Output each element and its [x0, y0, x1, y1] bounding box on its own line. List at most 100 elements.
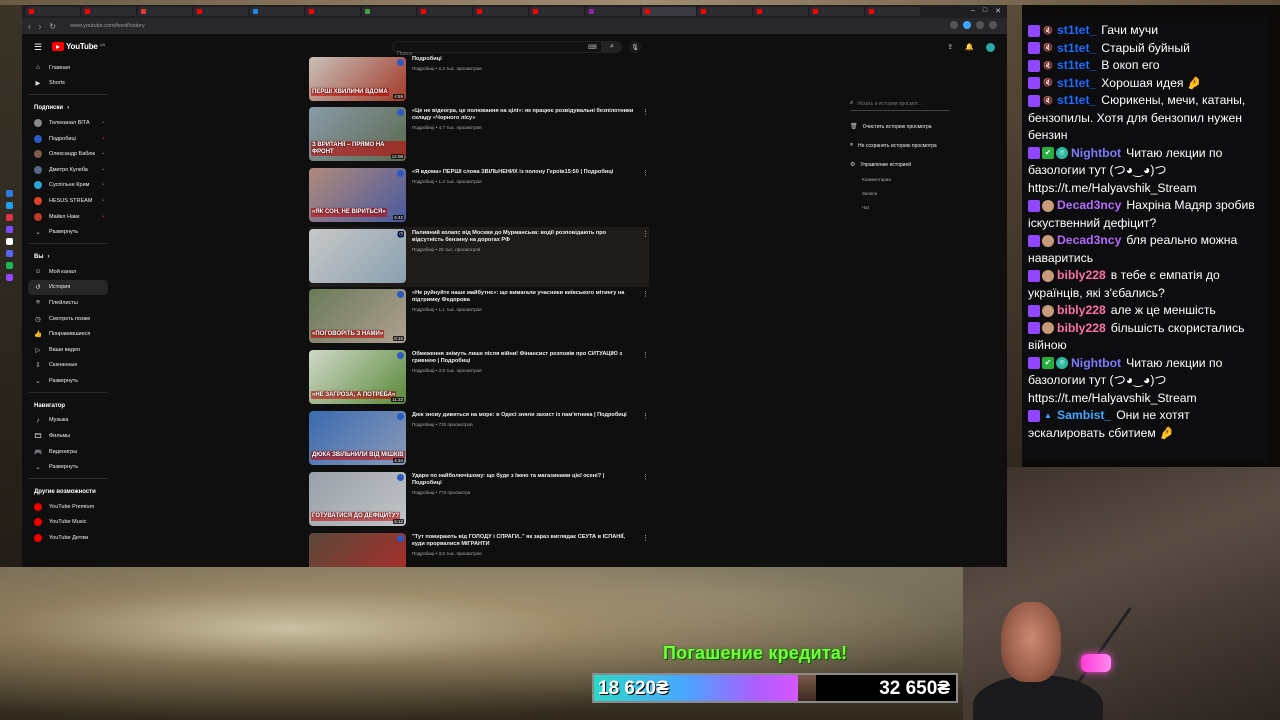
- history-video-row[interactable]: З ВРИТАНІЇ – ПРЯМО НА ФРОНТ 12:08 «Це не в…: [309, 105, 649, 166]
- browser-tab[interactable]: [250, 7, 304, 16]
- extension-icon[interactable]: [963, 21, 971, 29]
- sidebar-item[interactable]: ♪ Музыка: [28, 413, 108, 429]
- reload-icon[interactable]: ↻: [49, 22, 56, 31]
- app-icon[interactable]: [6, 238, 13, 245]
- sidebar-item[interactable]: 🎞 Фильмы: [28, 428, 108, 444]
- sidebar-item[interactable]: Дмитро Кулеба •: [28, 162, 108, 178]
- chat-username[interactable]: Decad3ncy: [1057, 198, 1121, 212]
- browser-tab[interactable]: [138, 7, 192, 16]
- history-video-row[interactable]: ПЕРШІ ХВИЛИНИ ВДОМА 4:59 Подробиці Подробиц…: [309, 56, 649, 105]
- sidebar-item[interactable]: ≡ Плейлисты: [28, 295, 108, 311]
- app-icon[interactable]: [6, 250, 13, 257]
- browser-tab[interactable]: [474, 7, 528, 16]
- more-options-icon[interactable]: ⋮: [642, 534, 649, 542]
- video-thumbnail[interactable]: ГОТУВАТИСЯ ДО ДЕФІЦИТУ? 6:12: [309, 471, 406, 526]
- upload-icon[interactable]: ⇪: [947, 43, 953, 52]
- history-chat-link[interactable]: Чат: [862, 205, 1000, 210]
- video-thumbnail[interactable]: «ЯК СОН, НЕ ВІРИТЬСЯ» 6:42: [309, 167, 406, 222]
- app-icon[interactable]: [6, 226, 13, 233]
- subscriptions-heading[interactable]: Подписки ›: [28, 101, 112, 115]
- chat-username[interactable]: bibly228: [1057, 321, 1106, 335]
- app-icon[interactable]: [6, 202, 13, 209]
- history-video-row[interactable]: ДЮКА ЗВІЛЬНИЛИ ВІД МІШКІВ 4:34 Дюк знову д…: [309, 409, 649, 470]
- extension-icon[interactable]: [989, 21, 997, 29]
- more-heading[interactable]: Другие возможности: [28, 485, 112, 499]
- browser-tab[interactable]: [698, 7, 752, 16]
- chat-username[interactable]: Sambist_: [1057, 408, 1111, 422]
- browser-tab[interactable]: [642, 7, 696, 16]
- browser-tab[interactable]: [866, 7, 920, 16]
- pause-history-button[interactable]: ⏸ Не сохранять историю просмотра: [850, 142, 1000, 149]
- history-video-row[interactable]: СЕУТА "Тут помирають від ГОЛОДУ і СПРАГИ.…: [309, 531, 649, 567]
- more-options-icon[interactable]: ⋮: [642, 108, 649, 116]
- video-title[interactable]: «Це не відеогра, це полювання на цілі»: …: [412, 108, 634, 122]
- browser-tab[interactable]: [362, 7, 416, 16]
- history-video-row[interactable]: «НЕ ЗАГРОЗА, А ПОТРЕБА» 11:33 Обмеження зн…: [309, 348, 649, 409]
- sidebar-item[interactable]: Суспільне Крим •: [28, 178, 108, 194]
- browser-tab[interactable]: [530, 7, 584, 16]
- app-icon[interactable]: [6, 190, 13, 197]
- chat-username[interactable]: Decad3ncy: [1057, 233, 1121, 247]
- sidebar-item[interactable]: ⌄ Развернуть: [28, 459, 108, 475]
- sidebar-item[interactable]: Майкл Наки •: [28, 209, 108, 225]
- account-avatar[interactable]: [986, 43, 995, 52]
- chat-username[interactable]: bibly228: [1057, 268, 1106, 282]
- sidebar-item[interactable]: YouTube Premium: [28, 499, 108, 515]
- sidebar-item[interactable]: ⌄ Развернуть: [28, 373, 108, 389]
- video-thumbnail[interactable]: СЕУТА: [309, 532, 406, 567]
- search-button[interactable]: ⌕: [602, 41, 622, 53]
- chat-username[interactable]: st1tet_: [1057, 93, 1096, 107]
- menu-icon[interactable]: ☰: [34, 42, 42, 53]
- video-title[interactable]: «Не руйнуйте наше майбутнє»: що вимагали…: [412, 290, 634, 304]
- voice-search-button[interactable]: 🎙: [629, 41, 641, 53]
- browser-tab[interactable]: [418, 7, 472, 16]
- history-video-row[interactable]: «ЯК СОН, НЕ ВІРИТЬСЯ» 6:42 «Я вдома» ПЕРШІ…: [309, 166, 649, 227]
- video-title[interactable]: Удари по найболючішому: що буде з їжею т…: [412, 473, 634, 487]
- sidebar-item[interactable]: 👍 Понравившиеся: [28, 326, 108, 342]
- sidebar-item[interactable]: YouTube Детям: [28, 530, 108, 546]
- app-icon[interactable]: [6, 214, 13, 221]
- bell-icon[interactable]: 🔔: [965, 43, 974, 52]
- more-options-icon[interactable]: ⋮: [642, 230, 649, 238]
- url-field[interactable]: www.youtube.com/feed/history: [70, 23, 145, 29]
- video-title[interactable]: Дюк знову дивиться на море: в Одесі знял…: [412, 412, 634, 419]
- history-search-input[interactable]: [857, 100, 948, 107]
- sidebar-item[interactable]: ⌂ Главная: [28, 60, 108, 76]
- browser-tab[interactable]: [26, 7, 80, 16]
- browser-tab[interactable]: [754, 7, 808, 16]
- video-thumbnail[interactable]: ДЮКА ЗВІЛЬНИЛИ ВІД МІШКІВ 4:34: [309, 410, 406, 465]
- sidebar-item[interactable]: Олександр Бабюк •: [28, 146, 108, 162]
- browser-tab[interactable]: [194, 7, 248, 16]
- video-thumbnail[interactable]: ПЕРШІ ХВИЛИНИ ВДОМА 4:59: [309, 57, 406, 101]
- sidebar-item[interactable]: ▷ Ваши видео: [28, 342, 108, 358]
- video-title[interactable]: «Я вдома» ПЕРШІ слова ЗВІЛЬНЕНИХ із поло…: [412, 169, 634, 176]
- clear-history-button[interactable]: 🗑 Очистить историю просмотра: [850, 123, 1000, 131]
- more-options-icon[interactable]: ⋮: [642, 351, 649, 359]
- navigator-heading[interactable]: Навигатор: [28, 399, 112, 413]
- video-thumbnail[interactable]: З ВРИТАНІЇ – ПРЯМО НА ФРОНТ 12:08: [309, 107, 406, 161]
- history-video-row[interactable]: ГОТУВАТИСЯ ДО ДЕФІЦИТУ? 6:12 Удари по найб…: [309, 470, 649, 531]
- more-options-icon[interactable]: ⋮: [642, 169, 649, 177]
- extension-icon[interactable]: [976, 21, 984, 29]
- chat-username[interactable]: Nightbot: [1071, 146, 1121, 160]
- more-options-icon[interactable]: ⋮: [642, 473, 649, 481]
- video-title[interactable]: Обмеження знімуть лише після війни! Фіна…: [412, 351, 634, 365]
- app-icon[interactable]: [6, 274, 13, 281]
- video-title[interactable]: "Тут помирають від ГОЛОДУ і СПРАГИ.." як…: [412, 534, 634, 548]
- chat-username[interactable]: st1tet_: [1057, 58, 1096, 72]
- sidebar-item[interactable]: ☺ Мой канал: [28, 264, 108, 280]
- chat-username[interactable]: st1tet_: [1057, 41, 1096, 55]
- forward-icon[interactable]: ›: [39, 22, 42, 31]
- extension-icon[interactable]: [950, 21, 958, 29]
- browser-tab[interactable]: [810, 7, 864, 16]
- watch-later-icon[interactable]: ◷: [398, 230, 404, 237]
- sidebar-item[interactable]: 🎮 Видеоигры: [28, 444, 108, 460]
- sidebar-item[interactable]: ◷ Смотреть позже: [28, 311, 108, 327]
- keyboard-icon[interactable]: ⌨: [588, 44, 597, 51]
- history-posts-link[interactable]: Записи: [862, 191, 1000, 196]
- maximize-icon[interactable]: □: [983, 7, 987, 15]
- browser-tab[interactable]: [82, 7, 136, 16]
- browser-tab[interactable]: [306, 7, 360, 16]
- you-heading[interactable]: Вы ›: [28, 250, 112, 264]
- chat-username[interactable]: Nightbot: [1071, 356, 1121, 370]
